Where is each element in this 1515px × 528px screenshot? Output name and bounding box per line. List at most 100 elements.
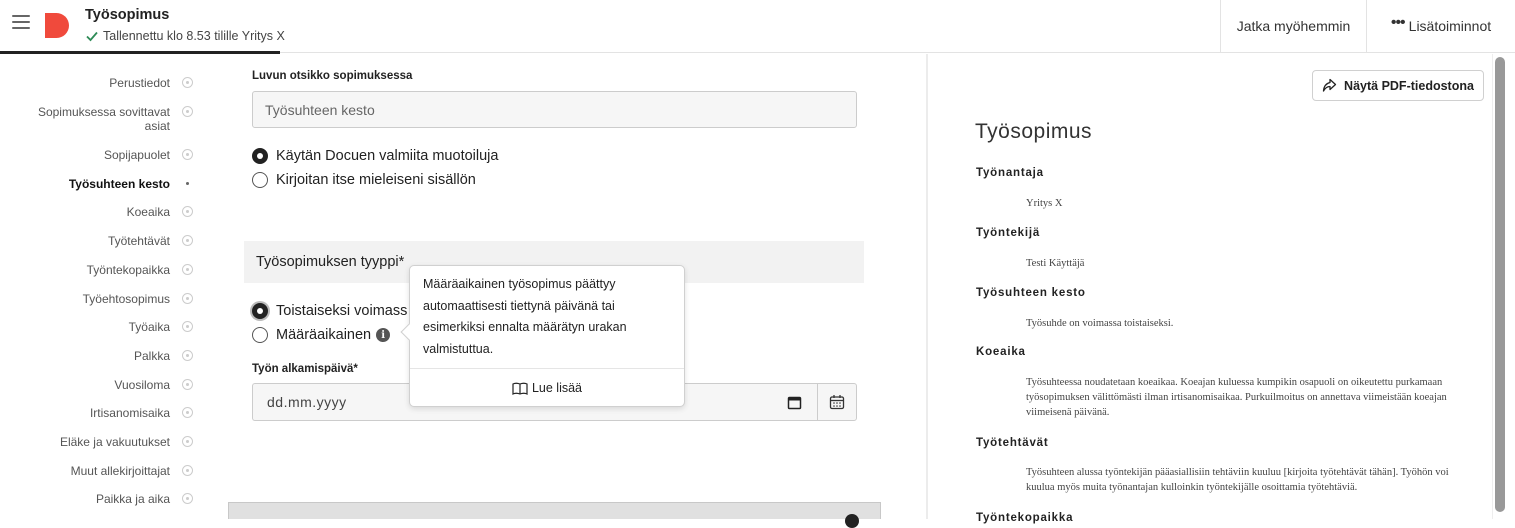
collapsed-section[interactable] [228,502,881,528]
preview-duration: Työsuhde on voimassa toistaiseksi. [1026,318,1174,329]
read-more-label: Lue lisää [531,381,583,395]
nav-dot-icon [182,407,193,418]
nav-item-label: Sopimuksessa sovittavat asiat [37,105,170,133]
preview-employer-heading: Työnantaja [976,167,1044,179]
preview-workplace-heading: Työntekopaikka [976,512,1074,524]
nav-item-label: Vuosiloma [114,378,170,392]
check-icon [86,31,98,42]
more-actions-button[interactable]: ••• Lisätoiminnot [1366,0,1515,52]
nav-item-sopijapuolet[interactable]: Sopijapuolet [0,148,200,162]
nav-item-label: Perustiedot [109,76,170,90]
info-icon[interactable]: i [376,328,391,342]
nav-dot-icon [182,206,193,217]
nav-dot-icon [182,465,193,476]
type-option-label: Määräaikainen [276,327,372,343]
format-option-ready[interactable]: Käytän Docuen valmiita muotoiluja [252,148,498,164]
section-status-icon [845,514,859,528]
preview-tasks-heading: Työtehtävät [976,437,1049,449]
calendar-inline-icon[interactable] [787,395,802,410]
nav-item-elake[interactable]: Eläke ja vakuutukset [0,435,200,449]
nav-item-perustiedot[interactable]: Perustiedot [0,76,200,90]
nav-item-palkka[interactable]: Palkka [0,349,200,363]
top-header: Työsopimus Tallennettu klo 8.53 tilille … [0,0,1515,53]
nav-item-label: Työaika [128,320,170,334]
continue-later-button[interactable]: Jatka myöhemmin [1220,0,1366,52]
nav-item-tyosuhteen-kesto[interactable]: Työsuhteen kesto [0,177,200,191]
nav-item-label: Työsuhteen kesto [68,177,170,191]
preview-probation-heading: Koeaika [976,346,1026,358]
nav-dot-icon [182,235,193,246]
nav-item-koeaika[interactable]: Koeaika [0,205,200,219]
nav-dot-icon [182,106,193,117]
nav-item-sovittavat-asiat[interactable]: Sopimuksessa sovittavat asiat [0,105,200,133]
show-pdf-button[interactable]: Näytä PDF-tiedostona [1312,70,1484,101]
nav-item-label: Työntekopaikka [86,263,170,277]
tooltip-text: Määräaikainen työsopimus päättyy automaa… [423,277,627,357]
nav-item-label: Palkka [133,349,170,363]
nav-item-label: Sopijapuolet [103,148,170,162]
document-title: Työsopimus [85,7,170,23]
heading-field-label: Luvun otsikko sopimuksessa [252,70,413,82]
nav-item-label: Paikka ja aika [95,492,170,506]
fixed-term-tooltip: Määräaikainen työsopimus päättyy automaa… [400,265,685,407]
nav-item-label: Työehtosopimus [82,292,170,306]
preview-duration-heading: Työsuhteen kesto [976,287,1086,299]
nav-item-tyoaika[interactable]: Työaika [0,320,200,334]
nav-dot-icon [182,379,193,390]
nav-item-label: Irtisanomisaika [89,406,170,420]
nav-item-vuosiloma[interactable]: Vuosiloma [0,378,200,392]
nav-dot-icon [182,350,193,361]
save-status: Tallennettu klo 8.53 tilille Yritys X [85,29,285,43]
preview-employee-heading: Työntekijä [976,227,1041,239]
more-actions-label: Lisätoiminnot [1408,18,1492,34]
more-dots-icon: ••• [1390,14,1406,31]
nav-item-muut-allekirjoittajat[interactable]: Muut allekirjoittajat [0,464,200,478]
preview-scrollbar-thumb[interactable] [1495,57,1505,512]
nav-dot-icon [182,178,193,189]
start-date-label: Työn alkamispäivä* [252,363,358,375]
type-option-permanent[interactable]: Toistaiseksi voimass [252,303,407,319]
nav-dot-icon [182,264,193,275]
docue-logo [45,13,69,38]
type-option-label: Toistaiseksi voimass [276,303,408,319]
preview-tasks: Työsuhteen alussa työntekijän pääasialli… [1026,467,1449,493]
nav-item-irtisanomisaika[interactable]: Irtisanomisaika [0,406,200,420]
read-more-link[interactable]: Lue lisää [410,369,684,407]
contract-type-title: Työsopimuksen tyyppi* [256,254,405,270]
radio-checked-icon [252,303,268,319]
format-option-own[interactable]: Kirjoitan itse mieleiseni sisällön [252,172,476,188]
progress-bar [0,51,280,54]
preview-employee: Testi Käyttäjä [1026,258,1085,269]
nav-item-label: Eläke ja vakuutukset [59,435,170,449]
heading-input[interactable]: Työsuhteen kesto [252,91,857,128]
preview-employer: Yritys X [1026,198,1063,209]
nav-dot-icon [182,436,193,447]
calendar-button[interactable] [817,383,857,421]
book-icon [512,382,528,395]
tooltip-arrow [400,323,418,341]
nav-item-label: Muut allekirjoittajat [70,464,170,478]
nav-dot-icon [182,149,193,160]
radio-icon [252,172,268,188]
radio-icon [252,327,268,343]
nav-item-label: Työtehtävät [107,234,170,248]
nav-dot-icon [182,493,193,504]
share-icon [1322,78,1337,92]
radio-checked-icon [252,148,268,164]
type-option-fixed-term[interactable]: Määräaikainen i [252,327,391,343]
nav-item-tyontekopaikka[interactable]: Työntekopaikka [0,263,200,277]
format-option-label: Kirjoitan itse mieleiseni sisällön [276,172,476,188]
preview-title: Työsopimus [975,120,1093,143]
nav-item-tyoehtosopimus[interactable]: Työehtosopimus [0,292,200,306]
continue-later-label: Jatka myöhemmin [1236,18,1351,34]
save-status-text: Tallennettu klo 8.53 tilille Yritys X [103,29,285,43]
nav-dot-icon [182,293,193,304]
nav-item-paikka-ja-aika[interactable]: Paikka ja aika [0,492,200,506]
nav-item-tyotehtavat[interactable]: Työtehtävät [0,234,200,248]
preview-probation: Työsuhteessa noudatetaan koeaikaa. Koeaj… [1026,377,1447,418]
show-pdf-label: Näytä PDF-tiedostona [1344,78,1474,93]
nav-dot-icon [182,321,193,332]
hamburger-menu-icon[interactable] [12,15,30,31]
column-divider [926,54,928,519]
format-option-label: Käytän Docuen valmiita muotoiluja [276,148,499,164]
